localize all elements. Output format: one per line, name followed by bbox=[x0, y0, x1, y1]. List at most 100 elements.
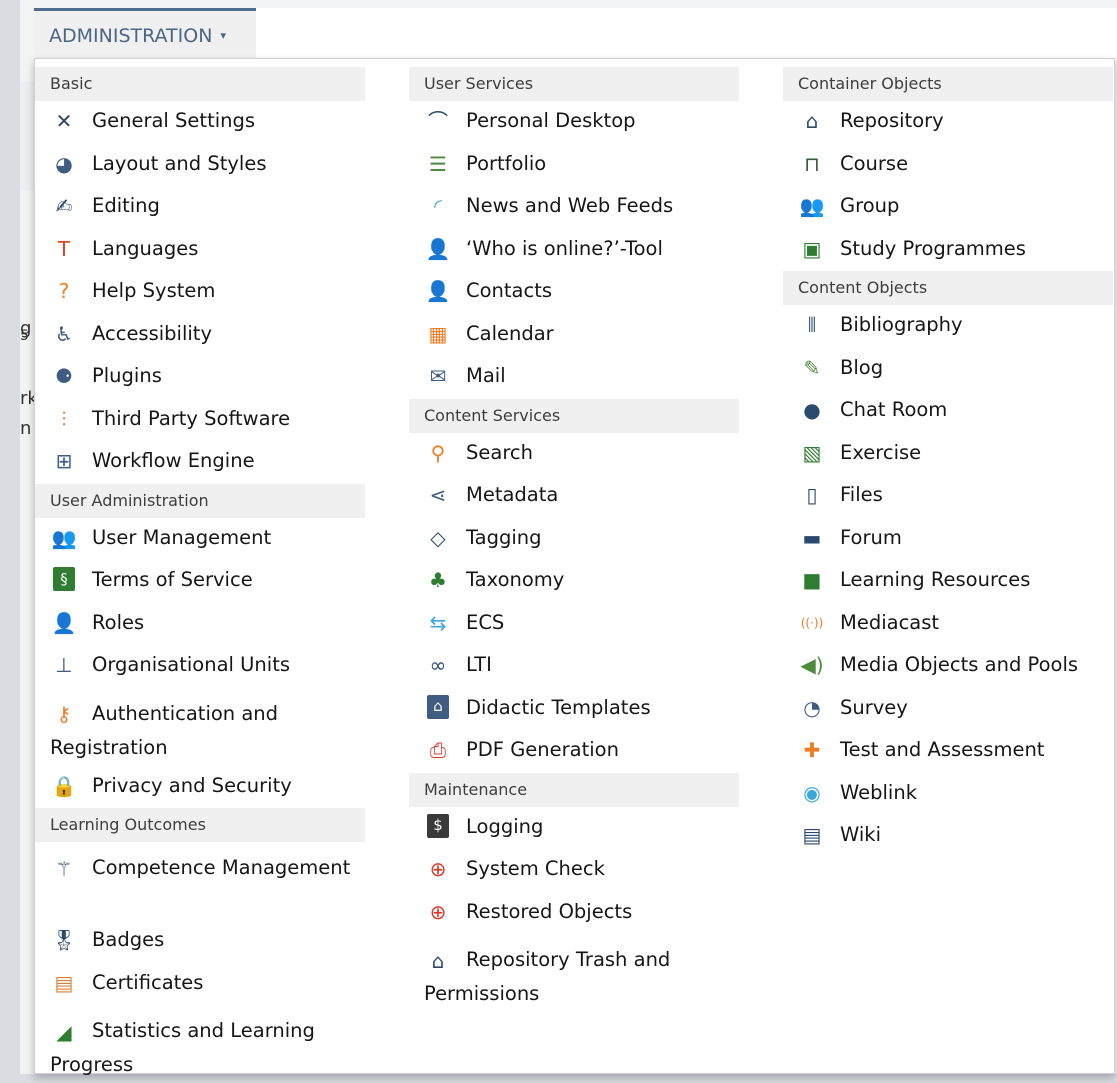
menu-item-help-system[interactable]: ? Help System bbox=[35, 271, 365, 314]
menu-item-personal-desktop[interactable]: ⌒ Personal Desktop bbox=[409, 101, 739, 144]
menu-item-metadata[interactable]: ⋖ Metadata bbox=[409, 475, 739, 518]
learning-resource-icon: ■ bbox=[802, 568, 822, 592]
menu-item-workflow-engine[interactable]: ⊞ Workflow Engine bbox=[35, 441, 365, 484]
menu-item-group[interactable]: 👥 Group bbox=[783, 186, 1113, 229]
terminal-icon: $ bbox=[427, 813, 449, 838]
books-icon: ⫴ bbox=[807, 313, 817, 337]
menu-item-organisational-units[interactable]: ⊥ Organisational Units bbox=[35, 645, 365, 688]
menu-item-portfolio[interactable]: ☰ Portfolio bbox=[409, 144, 739, 187]
menu-item-label: Languages bbox=[92, 236, 199, 260]
menu-item-exercise[interactable]: ▧ Exercise bbox=[783, 433, 1113, 476]
menu-item-label: Layout and Styles bbox=[92, 151, 267, 175]
group-heading: Container Objects bbox=[783, 67, 1113, 101]
menu-column-1: Basic ✕ General Settings ◕ Layout and Styles… bbox=[35, 67, 365, 1083]
menu-item-layout-and-styles[interactable]: ◕ Layout and Styles bbox=[35, 144, 365, 187]
menu-item-files[interactable]: ▯ Files bbox=[783, 475, 1113, 518]
menu-item-logging[interactable]: $ Logging bbox=[409, 807, 739, 850]
menu-item-label: Learning Resources bbox=[840, 568, 1031, 591]
menu-item-survey[interactable]: ◔ Survey bbox=[783, 688, 1113, 731]
exercise-icon: ▧ bbox=[802, 440, 822, 465]
menu-item-label: System Check bbox=[466, 857, 605, 880]
menu-item-pdf-generation[interactable]: ⎙ PDF Generation bbox=[409, 730, 739, 773]
menu-item-chat-room[interactable]: ● Chat Room bbox=[783, 390, 1113, 433]
blog-icon: ✎ bbox=[803, 355, 821, 380]
menu-item-ecs[interactable]: ⇆ ECS bbox=[409, 603, 739, 646]
menu-item-label: Course bbox=[840, 151, 909, 175]
menu-item-competence-management[interactable]: ⚚ Competence Management bbox=[35, 842, 365, 920]
menu-item-label: Roles bbox=[92, 610, 145, 634]
menu-item-learning-resources[interactable]: ■ Learning Resources bbox=[783, 560, 1113, 603]
menu-item-blog[interactable]: ✎ Blog bbox=[783, 348, 1113, 391]
menu-item-label: Exercise bbox=[840, 440, 922, 464]
menu-item-contacts[interactable]: 👤 Contacts bbox=[409, 271, 739, 314]
caret-down-icon: ▾ bbox=[220, 29, 226, 42]
menu-item-study-programmes[interactable]: ▣ Study Programmes bbox=[783, 229, 1113, 272]
group-heading: User Administration bbox=[35, 483, 365, 518]
menu-item-label: Competence Management bbox=[92, 856, 351, 879]
menu-item-weblink[interactable]: ◉ Weblink bbox=[783, 773, 1113, 816]
group-heading: Maintenance bbox=[409, 772, 739, 807]
menu-item-editing[interactable]: ✍ Editing bbox=[35, 186, 365, 229]
menu-item-label: Blog bbox=[840, 355, 884, 379]
link-icon: ∞ bbox=[429, 653, 447, 677]
pen-icon: ✍ bbox=[55, 194, 73, 218]
menu-item-repository[interactable]: ⌂ Repository bbox=[783, 101, 1113, 144]
menu-item-label: Restored Objects bbox=[466, 899, 633, 923]
menu-item-system-check[interactable]: ⊕ System Check bbox=[409, 849, 739, 892]
menu-item-who-is-online-tool[interactable]: 👤 ‘Who is online?’-Tool bbox=[409, 229, 739, 272]
menu-item-roles[interactable]: 👤 Roles bbox=[35, 603, 365, 646]
menu-item-repository-trash-and-permissions[interactable]: ⌂ Repository Trash and Permissions bbox=[409, 934, 739, 1012]
menu-item-accessibility[interactable]: ♿ Accessibility bbox=[35, 314, 365, 357]
menu-item-plugins[interactable]: ⚈ Plugins bbox=[35, 356, 365, 399]
menu-item-taxonomy[interactable]: ♣ Taxonomy bbox=[409, 560, 739, 603]
menu-item-third-party-software[interactable]: ⫶ Third Party Software bbox=[35, 399, 365, 442]
menu-item-user-management[interactable]: 👥 User Management bbox=[35, 518, 365, 561]
menu-item-wiki[interactable]: ▤ Wiki bbox=[783, 815, 1113, 858]
menu-item-general-settings[interactable]: ✕ General Settings bbox=[35, 101, 365, 144]
mediacast-icon: ((·)) bbox=[800, 615, 824, 630]
palette-icon: ◕ bbox=[55, 151, 73, 176]
menu-item-label: Contacts bbox=[466, 279, 553, 302]
menu-column-3: Container Objects ⌂ Repository ⊓ Course 👥 Grou… bbox=[783, 67, 1113, 858]
background-text: 5 bbox=[20, 328, 29, 344]
plug-icon: ⚈ bbox=[55, 364, 73, 388]
menu-item-authentication-and-registration[interactable]: ⚷ Authentication and Registration bbox=[35, 688, 365, 766]
study-programme-icon: ▣ bbox=[802, 236, 822, 261]
menu-item-statistics-and-learning-progress[interactable]: ◢ Statistics and Learning Progress bbox=[35, 1005, 365, 1083]
menu-item-badges[interactable]: 🎖 Badges bbox=[35, 920, 365, 963]
menu-item-label: Portfolio bbox=[466, 151, 547, 175]
menu-item-certificates[interactable]: ▤ Certificates bbox=[35, 963, 365, 1006]
menu-item-news-and-web-feeds[interactable]: ◜ News and Web Feeds bbox=[409, 186, 739, 229]
menu-item-label: ECS bbox=[466, 610, 505, 634]
languages-icon: T bbox=[57, 236, 71, 261]
mail-icon: ✉ bbox=[429, 364, 447, 388]
repository-icon: ⌂ bbox=[805, 109, 819, 133]
menu-item-terms-of-service[interactable]: § Terms of Service bbox=[35, 560, 365, 603]
menu-item-search[interactable]: ⚲ Search bbox=[409, 433, 739, 476]
menu-item-bibliography[interactable]: ⫴ Bibliography bbox=[783, 305, 1113, 348]
menu-item-label: Badges bbox=[92, 928, 165, 951]
menu-item-course[interactable]: ⊓ Course bbox=[783, 144, 1113, 187]
search-icon: ⚲ bbox=[430, 440, 446, 465]
menu-item-media-objects-and-pools[interactable]: ◀) Media Objects and Pools bbox=[783, 645, 1113, 688]
portfolio-icon: ☰ bbox=[429, 151, 447, 176]
menu-item-lti[interactable]: ∞ LTI bbox=[409, 645, 739, 688]
menu-item-test-and-assessment[interactable]: ✚ Test and Assessment bbox=[783, 730, 1113, 773]
menu-item-didactic-templates[interactable]: ⌂ Didactic Templates bbox=[409, 688, 739, 731]
ecs-icon: ⇆ bbox=[429, 610, 447, 635]
menu-item-tagging[interactable]: ◇ Tagging bbox=[409, 518, 739, 561]
menu-item-restored-objects[interactable]: ⊕ Restored Objects bbox=[409, 892, 739, 935]
menu-item-mediacast[interactable]: ((·)) Mediacast bbox=[783, 603, 1113, 646]
terms-icon: § bbox=[53, 567, 75, 591]
administration-menu-button[interactable]: ADMINISTRATION ▾ bbox=[34, 8, 256, 60]
menu-item-forum[interactable]: ▬ Forum bbox=[783, 518, 1113, 561]
menu-item-calendar[interactable]: ▦ Calendar bbox=[409, 314, 739, 357]
wand-icon: ⚚ bbox=[55, 856, 73, 881]
menu-item-label: Test and Assessment bbox=[840, 738, 1045, 761]
calendar-icon: ▦ bbox=[428, 321, 448, 346]
menu-item-mail[interactable]: ✉ Mail bbox=[409, 356, 739, 399]
workflow-icon: ⊞ bbox=[55, 449, 73, 473]
menu-item-label: Metadata bbox=[466, 483, 559, 506]
menu-item-languages[interactable]: T Languages bbox=[35, 229, 365, 272]
menu-item-privacy-and-security[interactable]: 🔒 Privacy and Security bbox=[35, 766, 365, 809]
